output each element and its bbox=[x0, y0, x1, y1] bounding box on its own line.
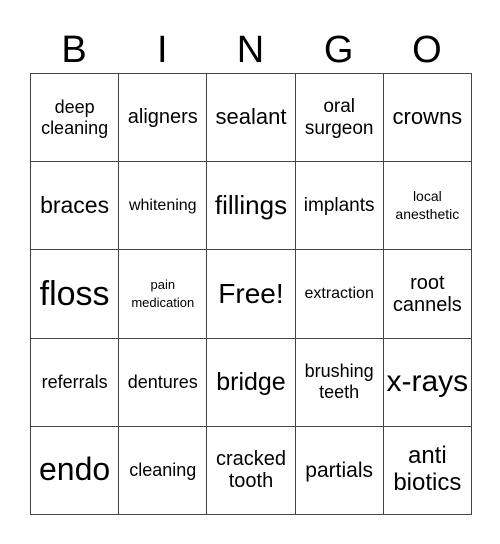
cell-label: referrals bbox=[41, 371, 108, 392]
cell-label: endo bbox=[39, 451, 111, 488]
bingo-row: referrals dentures bridge brushing teeth x-r… bbox=[29, 337, 472, 427]
cell-label: crowns bbox=[392, 104, 463, 130]
cell-label: sealant bbox=[215, 104, 287, 130]
bingo-cell[interactable]: root cannels bbox=[382, 249, 472, 339]
bingo-cell[interactable]: x-rays bbox=[382, 337, 472, 427]
header-letter-o: O bbox=[412, 29, 442, 71]
header-letter-b: B bbox=[61, 29, 87, 71]
cell-label: fillings bbox=[214, 190, 288, 221]
bingo-cell[interactable]: pain medication bbox=[118, 249, 208, 339]
cell-label: oral surgeon bbox=[304, 96, 374, 139]
cell-label: extraction bbox=[304, 285, 374, 303]
bingo-cell[interactable]: sealant bbox=[206, 72, 296, 163]
bingo-cell[interactable]: dentures bbox=[118, 337, 208, 427]
bingo-row: braces whitening fillings implants local ane… bbox=[29, 161, 472, 251]
cell-label: Free! bbox=[218, 278, 284, 310]
cell-label: bridge bbox=[216, 368, 286, 397]
cell-label: whitening bbox=[128, 196, 197, 214]
bingo-cell[interactable]: cleaning bbox=[118, 425, 208, 515]
cell-label: anti biotics bbox=[393, 442, 462, 497]
cell-label: local anesthetic bbox=[395, 187, 460, 222]
bingo-cell[interactable]: anti biotics bbox=[382, 425, 472, 515]
bingo-cell[interactable]: fillings bbox=[206, 161, 296, 251]
bingo-cell[interactable]: brushing teeth bbox=[294, 337, 384, 427]
cell-label: brushing teeth bbox=[304, 361, 374, 403]
cell-label: implants bbox=[303, 195, 375, 217]
bingo-grid: deep cleaning aligners sealant oral surgeon… bbox=[29, 72, 472, 515]
bingo-cell[interactable]: whitening bbox=[118, 161, 208, 251]
bingo-cell[interactable]: cracked tooth bbox=[206, 425, 296, 515]
bingo-cell[interactable]: referrals bbox=[29, 337, 120, 427]
cell-label: x-rays bbox=[386, 365, 469, 399]
bingo-cell[interactable]: oral surgeon bbox=[294, 72, 384, 163]
bingo-cell[interactable]: local anesthetic bbox=[382, 161, 472, 251]
bingo-cell[interactable]: floss bbox=[29, 249, 120, 339]
cell-label: braces bbox=[40, 191, 110, 218]
bingo-header: B I N G O bbox=[30, 26, 471, 74]
bingo-cell[interactable]: aligners bbox=[118, 72, 208, 163]
bingo-cell[interactable]: extraction bbox=[294, 249, 384, 339]
cell-label: cracked tooth bbox=[215, 447, 286, 493]
bingo-row: floss pain medication Free! extraction root … bbox=[29, 249, 472, 339]
bingo-cell[interactable]: braces bbox=[29, 161, 120, 251]
cell-label: deep cleaning bbox=[41, 96, 109, 138]
free-space-cell[interactable]: Free! bbox=[206, 249, 296, 339]
bingo-cell[interactable]: implants bbox=[294, 161, 384, 251]
cell-label: root cannels bbox=[392, 271, 462, 316]
cell-label: partials bbox=[305, 458, 373, 482]
header-letter-g: G bbox=[323, 29, 354, 71]
header-letter-i: I bbox=[157, 29, 168, 71]
cell-label: cleaning bbox=[129, 459, 197, 480]
bingo-cell[interactable]: bridge bbox=[206, 337, 296, 427]
bingo-cell[interactable]: deep cleaning bbox=[29, 72, 120, 163]
cell-label: floss bbox=[39, 274, 110, 313]
header-letter-n: N bbox=[236, 29, 265, 71]
bingo-row: deep cleaning aligners sealant oral surgeon… bbox=[29, 72, 472, 163]
cell-label: aligners bbox=[127, 106, 198, 129]
cell-label: pain medication bbox=[131, 277, 195, 310]
bingo-cell[interactable]: endo bbox=[29, 425, 120, 515]
bingo-cell[interactable]: crowns bbox=[382, 72, 472, 163]
bingo-row: endo cleaning cracked tooth partials anti bi… bbox=[29, 425, 472, 515]
bingo-cell[interactable]: partials bbox=[294, 425, 384, 515]
cell-label: dentures bbox=[127, 371, 198, 392]
